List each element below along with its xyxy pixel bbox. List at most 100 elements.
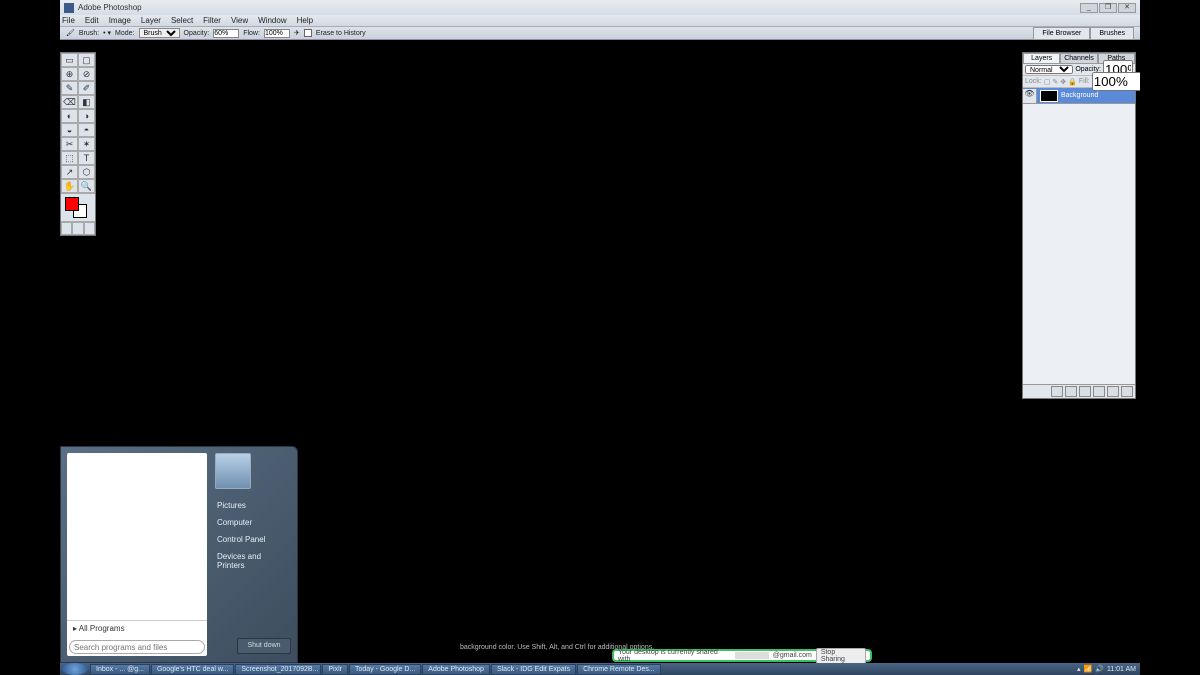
lock-trans-icon[interactable]: ▢ <box>1044 78 1051 86</box>
taskbar-item[interactable]: Google's HTC deal w... <box>151 664 234 675</box>
layer-mask-icon[interactable] <box>1065 386 1077 397</box>
menu-file[interactable]: File <box>62 16 75 25</box>
marquee-tool-icon[interactable]: ▭ <box>61 53 78 67</box>
quickmask-icon[interactable] <box>61 222 72 235</box>
tray-clock[interactable]: 11:01 AM <box>1107 666 1136 673</box>
taskbar-item[interactable]: Chrome Remote Des... <box>577 664 661 675</box>
all-programs[interactable]: ▸ All Programs <box>67 620 207 638</box>
layers-panel: Layers Channels Paths Normal Opacity: Lo… <box>1022 52 1136 399</box>
user-avatar[interactable] <box>215 453 251 489</box>
delete-layer-icon[interactable] <box>1121 386 1133 397</box>
menu-edit[interactable]: Edit <box>85 16 99 25</box>
menu-window[interactable]: Window <box>258 16 286 25</box>
opacity-input[interactable] <box>213 29 239 38</box>
mode-select[interactable]: Brush <box>139 28 180 38</box>
tray-network-icon[interactable]: 📶 <box>1084 665 1093 673</box>
palette-well: File Browser Brushes <box>1033 27 1134 40</box>
start-item-devices[interactable]: Devices and Printers <box>215 548 289 574</box>
shutdown-button[interactable]: Shut down <box>237 638 291 654</box>
start-item-computer[interactable]: Computer <box>215 514 289 531</box>
wand-tool-icon[interactable]: ⊘ <box>78 67 95 81</box>
taskbar-item[interactable]: Inbox - ... @g... <box>90 664 150 675</box>
brush-label: Brush: <box>79 30 99 37</box>
layer-thumbnail[interactable] <box>1040 90 1058 102</box>
stamp-tool-icon[interactable]: ◐ <box>61 109 78 123</box>
lasso-tool-icon[interactable]: ⊕ <box>61 67 78 81</box>
taskbar-item[interactable]: Screenshot_2017092B... <box>235 664 321 675</box>
lock-label: Lock: <box>1025 78 1042 85</box>
foreground-color[interactable] <box>65 197 79 211</box>
flow-input[interactable] <box>264 29 290 38</box>
erase-checkbox[interactable] <box>304 29 312 37</box>
screenmode-icon[interactable] <box>72 222 83 235</box>
heal-tool-icon[interactable]: ⌫ <box>61 95 78 109</box>
new-set-icon[interactable] <box>1079 386 1091 397</box>
lock-move-icon[interactable]: ✥ <box>1060 78 1066 86</box>
layers-empty-area <box>1023 104 1135 384</box>
stop-sharing-button[interactable]: Stop Sharing <box>816 648 866 664</box>
app-title: Adobe Photoshop <box>78 3 1080 12</box>
opacity-label: Opacity: <box>184 30 210 37</box>
erase-label: Erase to History <box>316 30 366 37</box>
blend-mode-select[interactable]: Normal <box>1025 65 1073 74</box>
taskbar-item[interactable]: Pixlr <box>322 664 348 675</box>
color-swatch[interactable] <box>61 193 95 221</box>
close-button[interactable]: ✕ <box>1118 3 1136 13</box>
crop-tool-icon[interactable]: ✎ <box>61 81 78 95</box>
airbrush-icon[interactable]: ✈ <box>294 29 300 37</box>
hand-tool-icon[interactable]: ✋ <box>61 179 78 193</box>
jump-icon[interactable] <box>84 222 95 235</box>
maximize-button[interactable]: ❐ <box>1099 3 1117 13</box>
slice-tool-icon[interactable]: ✐ <box>78 81 95 95</box>
crd-text: Your desktop is currently shared with <box>618 649 731 663</box>
brush-picker[interactable]: • ▾ <box>103 29 111 37</box>
menu-layer[interactable]: Layer <box>141 16 161 25</box>
app-icon <box>64 3 74 13</box>
tray-volume-icon[interactable]: 🔊 <box>1095 665 1104 673</box>
path-tool-icon[interactable]: ⬚ <box>61 151 78 165</box>
minimize-button[interactable]: _ <box>1080 3 1098 13</box>
crd-email-domain: @gmail.com <box>773 652 812 659</box>
type-tool-icon[interactable]: T <box>78 151 95 165</box>
shape-tool-icon[interactable]: ⬡ <box>78 165 95 179</box>
menu-filter[interactable]: Filter <box>203 16 221 25</box>
start-item-control-panel[interactable]: Control Panel <box>215 531 289 548</box>
taskbar-item[interactable]: Adobe Photoshop <box>422 664 490 675</box>
brush-tool-icon[interactable]: ◧ <box>78 95 95 109</box>
blur-tool-icon[interactable]: ✂ <box>61 137 78 151</box>
move-tool-icon[interactable]: ▢ <box>78 53 95 67</box>
fill-label: Fill: <box>1079 78 1090 85</box>
pen-tool-icon[interactable]: ↗ <box>61 165 78 179</box>
dodge-tool-icon[interactable]: ✶ <box>78 137 95 151</box>
tool-preset-icon[interactable]: 🖌 <box>66 29 75 37</box>
start-recent-area <box>67 453 207 620</box>
taskbar-item[interactable]: Slack - IDG Edit Expats <box>491 664 576 675</box>
menu-image[interactable]: Image <box>109 16 131 25</box>
gradient-tool-icon[interactable]: ◓ <box>78 123 95 137</box>
tray-chevron-icon[interactable]: ▴ <box>1077 665 1081 673</box>
menu-help[interactable]: Help <box>297 16 313 25</box>
history-brush-icon[interactable]: ◑ <box>78 109 95 123</box>
toolbox: ▭ ▢ ⊕ ⊘ ✎ ✐ ⌫ ◧ ◐ ◑ ◒ ◓ ✂ ✶ ⬚ T ↗ ⬡ ✋ 🔍 <box>60 52 96 236</box>
zoom-tool-icon[interactable]: 🔍 <box>78 179 95 193</box>
menu-view[interactable]: View <box>231 16 248 25</box>
menubar: File Edit Image Layer Select Filter View… <box>60 15 1140 27</box>
tab-brushes[interactable]: Brushes <box>1090 27 1134 40</box>
start-search-input[interactable] <box>69 640 205 654</box>
menu-select[interactable]: Select <box>171 16 193 25</box>
eraser-tool-icon[interactable]: ◒ <box>61 123 78 137</box>
layer-style-icon[interactable] <box>1051 386 1063 397</box>
tab-file-browser[interactable]: File Browser <box>1033 27 1090 40</box>
start-button[interactable] <box>62 663 88 675</box>
taskbar-item[interactable]: Today - Google D... <box>349 664 421 675</box>
new-layer-icon[interactable] <box>1107 386 1119 397</box>
tab-channels[interactable]: Channels <box>1060 53 1097 64</box>
tab-layers[interactable]: Layers <box>1023 53 1060 64</box>
start-menu: ▸ All Programs Pictures Computer Control… <box>60 446 298 663</box>
lock-all-icon[interactable]: 🔒 <box>1068 78 1077 86</box>
titlebar: Adobe Photoshop _ ❐ ✕ <box>60 0 1140 15</box>
visibility-icon[interactable]: 👁 <box>1023 89 1037 103</box>
start-item-pictures[interactable]: Pictures <box>215 497 289 514</box>
adjustment-icon[interactable] <box>1093 386 1105 397</box>
lock-paint-icon[interactable]: ✎ <box>1052 78 1058 86</box>
